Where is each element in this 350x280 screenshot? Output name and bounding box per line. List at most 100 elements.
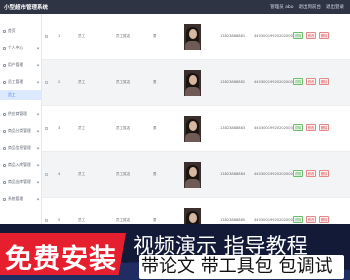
sidebar-item-employee-management[interactable]: 员工管理 [0,75,41,89]
row-checkbox[interactable] [45,35,48,38]
sidebar-item-personal-center[interactable]: 个人中心 [0,41,41,55]
sidebar-item-system-management[interactable]: 系统管理 [0,192,41,206]
employee-account: 员工 [78,34,86,38]
sidebar-item-supplier-management[interactable]: 供应商管理 [0,107,41,121]
delete-button[interactable]: 删除 [319,78,329,85]
employee-phone: 13823888884 [220,172,246,176]
stock-out-icon [3,180,6,184]
user-icon [3,46,6,50]
sidebar-item-category-management[interactable]: 商品分类管理 [0,124,41,138]
user-link[interactable]: 管理员 abo [270,4,293,10]
employee-id-card: 440300199202020004 [254,172,296,176]
employee-phone: 13823888885 [220,218,246,222]
sidebar-item-stock-in-management[interactable]: 商品入库管理 [0,158,41,172]
edit-button[interactable]: 修改 [306,78,316,85]
chevron-down-icon [36,46,40,50]
employee-gender: 男 [153,126,157,130]
employee-gender: 男 [153,172,157,176]
edit-button[interactable]: 修改 [306,124,316,131]
gear-icon [3,197,6,201]
employee-phone: 13823888882 [220,80,246,84]
table-row: 1 员工 员工姓名 男 13823888881 4403001992020200… [42,14,350,60]
supplier-icon [3,112,6,116]
employee-name: 员工姓名 [116,80,131,84]
employee-name: 员工姓名 [116,126,131,130]
employee-photo [184,116,201,142]
sidebar-subitem-label: 员工 [8,92,16,97]
table-row: 2 员工 员工姓名 男 13823888882 4403001992020200… [42,60,350,106]
row-number: 2 [58,80,61,84]
sidebar-item-label: 用户管理 [8,62,24,67]
chevron-down-icon [36,112,40,116]
chevron-down-icon [36,63,40,67]
sidebar-subitem-employee[interactable]: 员工 [0,90,41,100]
sidebar-item-user-management[interactable]: 用户管理 [0,58,41,72]
row-number: 1 [58,34,61,38]
employee-account: 员工 [78,80,86,84]
chevron-down-icon [36,197,40,201]
employee-name: 员工姓名 [116,172,131,176]
users-icon [3,63,6,67]
category-icon [3,129,6,133]
sidebar-item-label: 系统管理 [8,196,24,201]
front-link[interactable]: 退出到前台 [299,4,322,10]
employee-id-card: 440300199202020003 [254,126,296,130]
employee-gender: 男 [153,80,157,84]
sidebar-item-label: 商品分类管理 [8,128,31,133]
detail-button[interactable]: 详情 [293,32,303,39]
sidebar-item-label: 商品信息管理 [8,145,31,150]
detail-button[interactable]: 详情 [293,124,303,131]
edit-button[interactable]: 修改 [306,216,316,223]
chevron-down-icon [36,129,40,133]
employee-id-card: 440300199202020005 [254,218,296,222]
row-number: 3 [58,126,61,130]
logout-link[interactable]: 退出登录 [326,4,344,10]
row-checkbox[interactable] [45,127,48,130]
promo-bottom-text: 带论文 带工具包 包调试 [139,255,344,279]
stock-in-icon [3,163,6,167]
chevron-down-icon [36,146,40,150]
sidebar-item-label: 个人中心 [8,45,24,50]
employee-id-card: 440300199202020002 [254,80,296,84]
employee-account: 员工 [78,172,86,176]
employee-name: 员工姓名 [116,34,131,38]
detail-button[interactable]: 详情 [293,78,303,85]
employee-name: 员工姓名 [116,218,131,222]
row-checkbox[interactable] [45,173,48,176]
row-number: 5 [58,218,61,222]
sidebar-item-product-management[interactable]: 商品信息管理 [0,141,41,155]
sidebar-item-label: 首页 [8,28,16,33]
edit-button[interactable]: 修改 [306,170,316,177]
sidebar-item-label: 员工管理 [8,79,24,84]
row-checkbox[interactable] [45,81,48,84]
table-row: 4 员工 员工姓名 男 13823888884 4403001992020200… [42,152,350,198]
promo-main-text: 免费安装 [5,244,117,275]
employee-gender: 男 [153,34,157,38]
product-icon [3,146,6,150]
detail-button[interactable]: 详情 [293,170,303,177]
header-links: 管理员 abo 退出到前台 退出登录 [270,4,344,10]
employee-id-card: 440300199202020001 [254,34,296,38]
employee-phone: 13823888883 [220,126,246,130]
delete-button[interactable]: 删除 [319,32,329,39]
delete-button[interactable]: 删除 [319,170,329,177]
row-number: 4 [58,172,61,176]
detail-button[interactable]: 详情 [293,216,303,223]
app-title: 小型超市管理系统 [4,5,49,11]
row-checkbox[interactable] [45,219,48,222]
table-row: 3 员工 员工姓名 男 13823888883 4403001992020200… [42,106,350,152]
chevron-down-icon [36,180,40,184]
employee-photo [184,24,201,50]
employee-account: 员工 [78,126,86,130]
promo-banner: 免费安装 视频演示 指导教程 带论文 带工具包 包调试 [0,224,350,280]
sidebar-item-home[interactable]: 首页 [0,24,41,38]
delete-button[interactable]: 删除 [319,124,329,131]
delete-button[interactable]: 删除 [319,216,329,223]
employee-account: 员工 [78,218,86,222]
chevron-down-icon [36,80,40,84]
employee-photo [184,70,201,96]
employee-phone: 13823888881 [220,34,246,38]
edit-button[interactable]: 修改 [306,32,316,39]
sidebar-item-stock-out-management[interactable]: 商品出库管理 [0,175,41,189]
employee-gender: 男 [153,218,157,222]
